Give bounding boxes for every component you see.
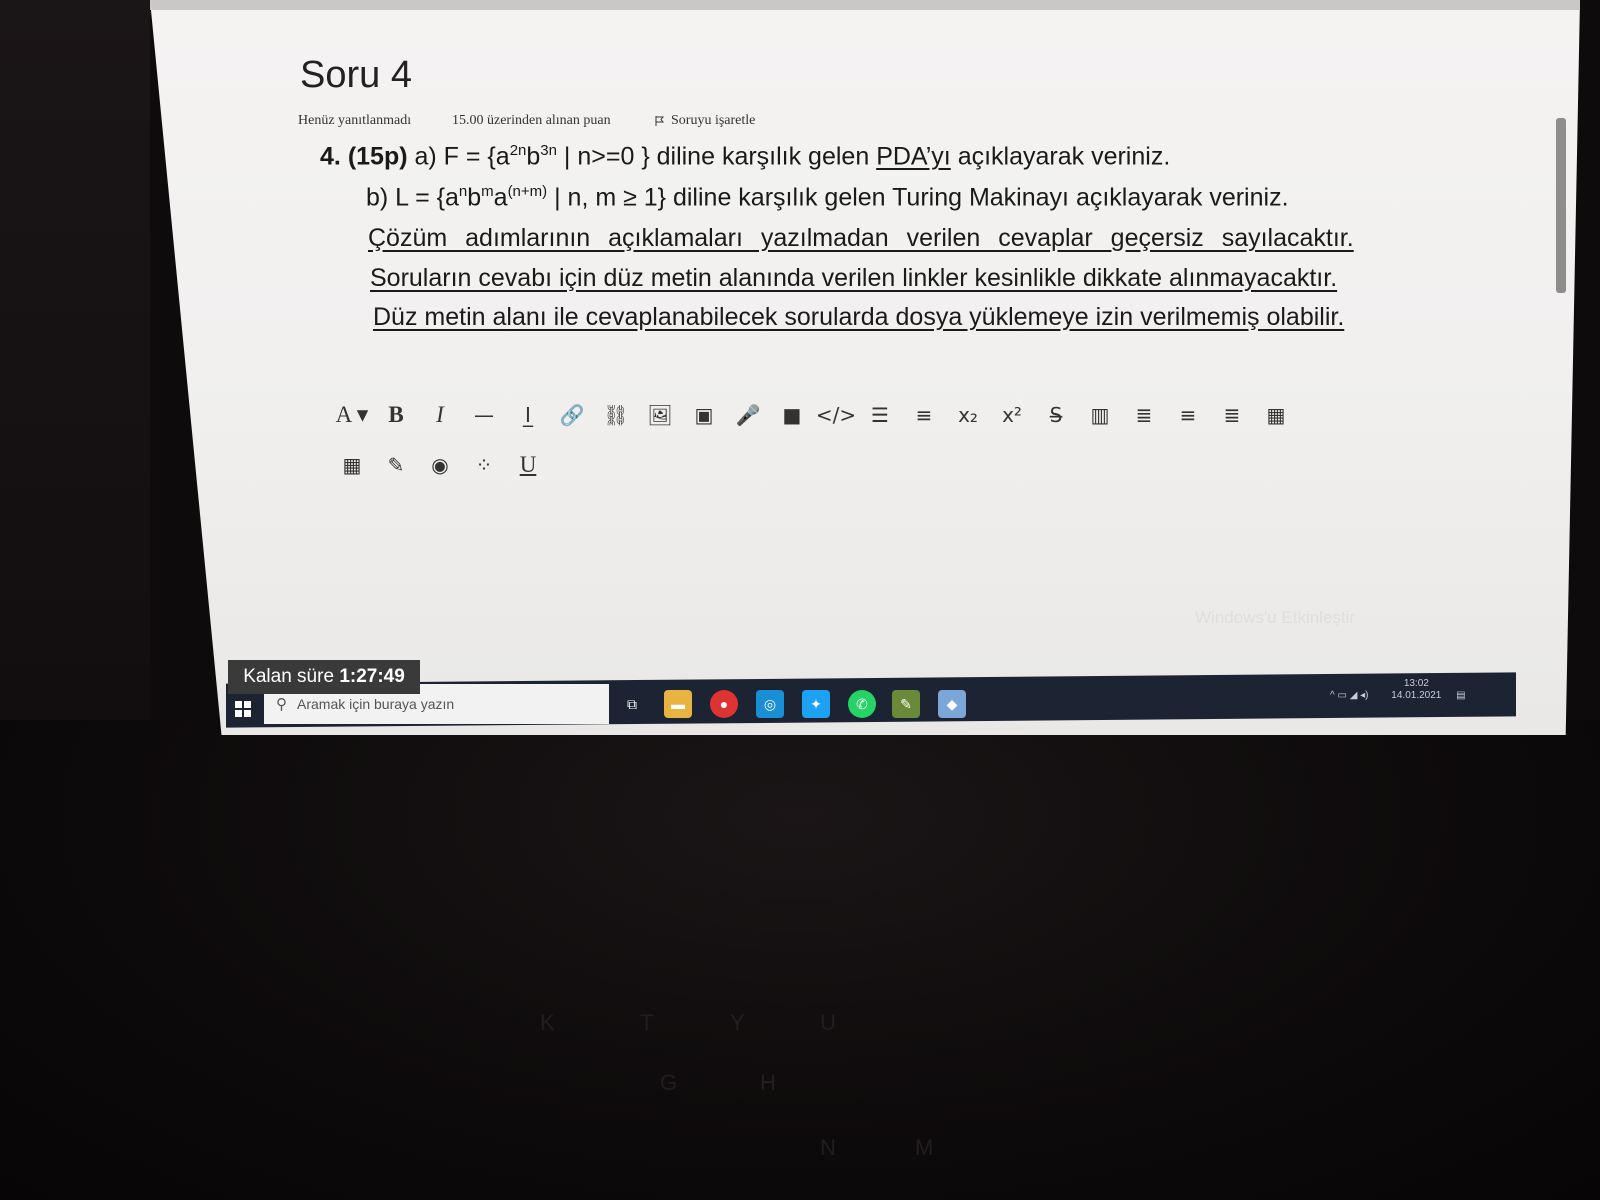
clock-date[interactable]: 14.01.2021 xyxy=(1391,690,1441,701)
ltr-button[interactable]: ▥ xyxy=(1078,400,1122,430)
timer-value: 1:27:49 xyxy=(339,666,405,687)
file-explorer-icon[interactable]: ▬ xyxy=(664,690,692,718)
note-1: Çözüm adımlarının açıklamaları yazılmada… xyxy=(368,224,1354,252)
whatsapp-icon[interactable]: ✆ xyxy=(848,690,876,718)
align-center-button[interactable]: ≡ xyxy=(1166,400,1210,430)
keyboard-area: K T Y U G H N M xyxy=(0,720,1600,1200)
align-left-button[interactable]: ≣ xyxy=(1122,400,1166,430)
pda-term: PDA’yı xyxy=(876,142,951,171)
windows-icon xyxy=(235,701,251,717)
notification-icon[interactable]: ▤ xyxy=(1456,690,1465,701)
editor-toolbar-row-2: ▦ ✎ ◉ ⁘ U xyxy=(330,450,550,480)
horizontal-rule-button[interactable]: — xyxy=(462,400,506,430)
app-icon[interactable]: ◎ xyxy=(756,690,784,718)
task-view-icon[interactable]: ⧉ xyxy=(618,690,646,718)
question-points: 15.00 üzerinden alınan puan xyxy=(452,113,611,128)
accessibility-button[interactable]: ◉ xyxy=(418,450,462,480)
browser-top-bar xyxy=(150,0,1580,10)
italic-button[interactable]: I xyxy=(418,400,462,430)
search-icon: ⚲ xyxy=(276,696,287,713)
flag-question-link[interactable]: Soruyu işaretle xyxy=(655,113,755,129)
monitor-screen xyxy=(150,0,1580,735)
media-button[interactable]: ▣ xyxy=(682,400,726,430)
align-right-button[interactable]: ≣ xyxy=(1210,400,1254,430)
record-audio-button[interactable]: 🎤 xyxy=(726,400,770,430)
answer-status: Henüz yanıtlanmadı xyxy=(298,113,412,128)
tray-arrows-icon[interactable]: ^ ▭ ◢ ◂) xyxy=(1330,690,1369,701)
bold-button[interactable]: B xyxy=(374,400,418,430)
cube-app-icon[interactable]: ◆ xyxy=(938,690,966,718)
font-color-button[interactable]: A ▾ xyxy=(330,400,374,430)
note-2: Soruların cevabı için düz metin alanında… xyxy=(370,264,1338,292)
start-button[interactable] xyxy=(226,692,260,726)
unlink-button[interactable]: ⛓ xyxy=(594,400,638,430)
html-button[interactable]: </> xyxy=(814,400,858,430)
twitter-icon[interactable]: ✦ xyxy=(802,690,830,718)
notes-app-icon[interactable]: ✎ xyxy=(892,690,920,718)
record-video-button[interactable]: ■ xyxy=(770,400,814,430)
windows-activation-watermark: Windows'u Etkinleştir xyxy=(1195,608,1356,627)
image-button[interactable]: 🖼 xyxy=(638,400,682,430)
flag-icon xyxy=(655,115,665,126)
question-number: 4. xyxy=(320,142,341,171)
page-title: Soru 4 xyxy=(300,54,412,96)
edit-button[interactable]: ✎ xyxy=(374,450,418,480)
subscript-button[interactable]: x₂ xyxy=(946,400,990,430)
search-placeholder: Aramak için buraya yazın xyxy=(297,696,455,712)
superscript-button[interactable]: x² xyxy=(990,400,1034,430)
clear-format-button[interactable]: I̲ xyxy=(506,400,550,430)
editor-toolbar-row-1: A ▾ B I — I̲ 🔗 ⛓ 🖼 ▣ 🎤 ■ </> ☰ ≡ x₂ x² S̶ ▥ ≣ ≡ ≣ ▦ xyxy=(330,400,1298,430)
remaining-time-box: Kalan süre 1:27:49 xyxy=(228,660,420,694)
clock-time[interactable]: 13:02 xyxy=(1404,678,1429,689)
question-part-b: b) L = {anbma(n+m) | n, m ≥ 1} diline ka… xyxy=(366,183,1289,212)
question-score: (15p) xyxy=(347,142,408,171)
underline-button[interactable]: U xyxy=(506,450,550,480)
note-3: Düz metin alanı ile cevaplanabilecek sor… xyxy=(373,303,1345,331)
link-button[interactable]: 🔗 xyxy=(550,400,594,430)
flag-label: Soruyu işaretle xyxy=(671,113,756,128)
bullet-list-button[interactable]: ☰ xyxy=(858,400,902,430)
question-part-a: 4. (15p) a) F = {a2nb3n | n>=0 } diline … xyxy=(320,142,1171,171)
numbered-list-button[interactable]: ≡ xyxy=(902,400,946,430)
special-chars-button[interactable]: ⁘ xyxy=(462,450,506,480)
page-scrollbar[interactable] xyxy=(1556,118,1566,293)
timer-label: Kalan süre xyxy=(243,666,335,687)
table-button[interactable]: ▦ xyxy=(1254,400,1298,430)
system-tray: ^ ▭ ◢ ◂) 13:02 14.01.2021 ▤ xyxy=(1330,678,1466,702)
chrome-icon[interactable]: ● xyxy=(710,690,738,718)
equation-button[interactable]: ▦ xyxy=(330,450,374,480)
strikethrough-button[interactable]: S̶ xyxy=(1034,400,1078,430)
